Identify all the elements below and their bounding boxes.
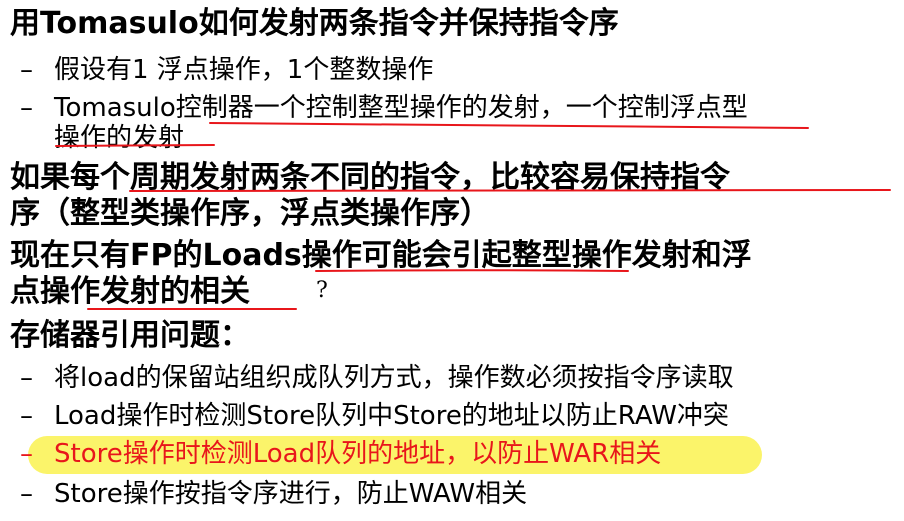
underline-loads xyxy=(315,269,629,272)
ink-annotations xyxy=(55,122,891,310)
underline-issue xyxy=(55,144,215,147)
underline-controller xyxy=(209,122,809,129)
underline-per-cycle xyxy=(129,187,891,192)
